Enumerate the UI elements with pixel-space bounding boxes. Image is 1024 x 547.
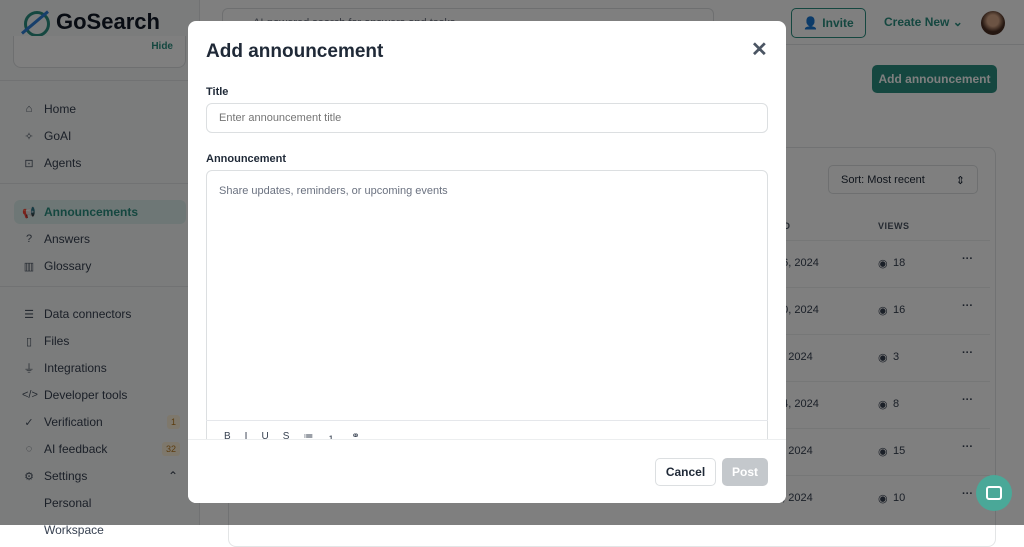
modal-title: Add announcement [206,41,384,62]
chat-icon [986,486,1002,500]
title-label: Title [206,86,229,98]
announcement-label: Announcement [206,153,287,165]
modal-footer: Cancel Post [188,439,786,503]
close-icon[interactable]: ✕ [751,37,768,62]
announcement-editor[interactable]: Share updates, reminders, or upcoming ev… [206,170,768,470]
chat-launcher-button[interactable] [976,475,1012,511]
cancel-button[interactable]: Cancel [655,458,716,486]
sidebar-item-label: Workspace [44,523,104,537]
add-announcement-modal: Add announcement ✕ Title Announcement Sh… [188,21,786,503]
toolbar-divider [206,420,768,421]
post-button[interactable]: Post [722,458,768,486]
title-input[interactable] [206,103,768,133]
